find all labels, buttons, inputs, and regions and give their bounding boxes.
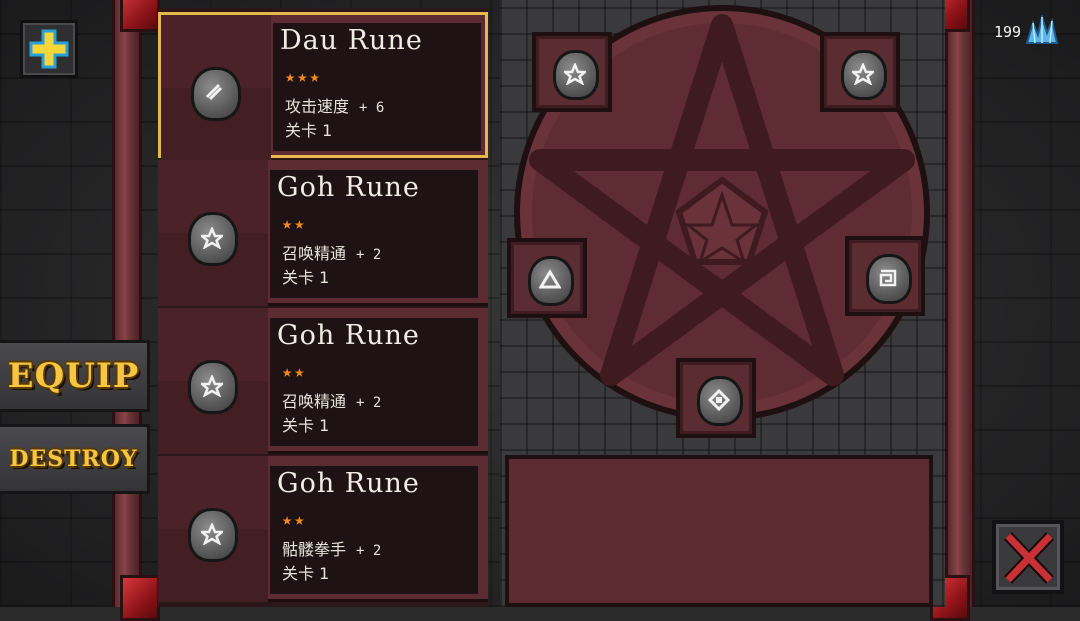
close-button[interactable]: [992, 520, 1064, 594]
rune-pentagram-icon: [188, 360, 238, 414]
rune-diamond-icon: [697, 376, 743, 426]
rune-slot-right[interactable]: [845, 236, 925, 316]
rune-level: 关卡 1: [282, 564, 330, 583]
rune-stars: ★★: [282, 214, 307, 234]
rune-stat-name: 召唤精通: [282, 244, 347, 263]
rune-stat-name: 骷髅拳手: [282, 540, 347, 559]
rune-info-panel: Dau Rune ★★★ 攻击速度 + 6 关卡 1: [273, 23, 481, 151]
rune-stat-value: + 2: [356, 247, 382, 263]
currency-display: 199: [994, 15, 1061, 48]
corner-gem-icon: [120, 575, 160, 621]
rune-level: 关卡 1: [282, 416, 330, 435]
destroy-button[interactable]: DESTROY: [0, 424, 150, 494]
rune-list: Dau Rune ★★★ 攻击速度 + 6 关卡 1 Goh Rune ★★ 召唤…: [158, 8, 488, 607]
rune-name: Goh Rune: [277, 320, 420, 351]
rune-stat-value: + 2: [356, 543, 382, 559]
equip-button[interactable]: EQUIP: [0, 340, 150, 412]
rune-square-spiral-icon: [866, 254, 912, 304]
blue-crystal-icon: [1025, 15, 1059, 44]
rune-slot-left[interactable]: [507, 238, 587, 318]
rune-stat: 召唤精通 + 2: [282, 388, 381, 412]
rune-stat-value: + 6: [359, 100, 385, 116]
rune-pentagram-icon: [553, 50, 599, 100]
close-x-icon: [1004, 532, 1054, 584]
rune-info-panel: Goh Rune ★★ 召唤精通 + 2 关卡 1: [270, 170, 478, 298]
rune-name: Goh Rune: [277, 468, 420, 499]
rune-slash-icon: [191, 67, 241, 121]
currency-amount: 199: [994, 23, 1022, 41]
rune-pentagram-icon: [188, 212, 238, 266]
rune-slot-top-left[interactable]: [532, 32, 612, 112]
rune-stat-value: + 2: [356, 395, 382, 411]
rune-stat-name: 攻击速度: [285, 97, 350, 116]
rune-pentagram-icon: [188, 508, 238, 562]
rune-name: Goh Rune: [277, 172, 420, 203]
rune-description-panel: [505, 455, 933, 607]
rune-stars: ★★: [282, 510, 307, 530]
corner-gem-icon: [120, 0, 160, 32]
rune-info-panel: Goh Rune ★★ 骷髅拳手 + 2 关卡 1: [270, 466, 478, 594]
rune-list-item[interactable]: Goh Rune ★★ 召唤精通 + 2 关卡 1: [158, 160, 488, 306]
rune-level: 关卡 1: [285, 121, 333, 140]
plus-icon: [29, 29, 69, 69]
rune-stat-name: 召唤精通: [282, 392, 347, 411]
rune-stars: ★★: [282, 362, 307, 382]
rune-list-item[interactable]: Goh Rune ★★ 召唤精通 + 2 关卡 1: [158, 308, 488, 454]
rune-pentagram-icon: [841, 50, 887, 100]
left-pillar: [112, 0, 142, 607]
rune-triangle-icon: [528, 256, 574, 306]
add-button[interactable]: [20, 20, 78, 78]
rune-slot-bottom[interactable]: [676, 358, 756, 438]
rune-name: Dau Rune: [280, 25, 423, 56]
rune-stat: 召唤精通 + 2: [282, 240, 381, 264]
rune-level: 关卡 1: [282, 268, 330, 287]
rune-list-item[interactable]: Goh Rune ★★ 骷髅拳手 + 2 关卡 1: [158, 456, 488, 602]
rune-slot-top-right[interactable]: [820, 32, 900, 112]
right-pillar: [945, 0, 975, 607]
rune-stars: ★★★: [285, 67, 322, 87]
rune-stat: 攻击速度 + 6: [285, 93, 384, 117]
rune-info-panel: Goh Rune ★★ 召唤精通 + 2 关卡 1: [270, 318, 478, 446]
rune-stat: 骷髅拳手 + 2: [282, 536, 381, 560]
rune-list-item[interactable]: Dau Rune ★★★ 攻击速度 + 6 关卡 1: [158, 12, 488, 161]
